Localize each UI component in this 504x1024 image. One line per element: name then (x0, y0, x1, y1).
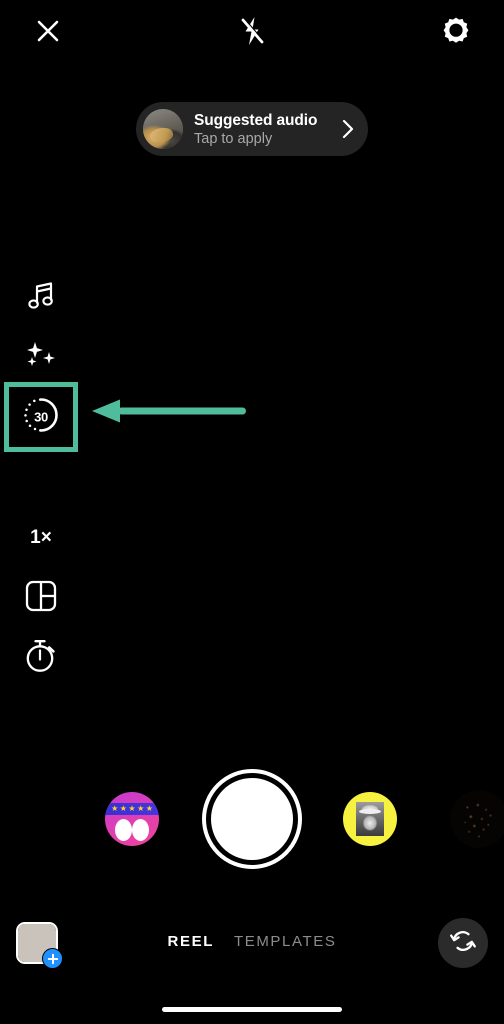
annotation-arrow (92, 398, 248, 424)
tool-rail-item-duration[interactable]: 30 (4, 382, 78, 452)
stopwatch-icon (24, 638, 58, 679)
effect-thumbnail-stars-eyes[interactable]: ★ ★ ★ ★ ★ (105, 792, 159, 846)
star-icon: ★ (128, 803, 136, 813)
music-note-icon (26, 280, 56, 317)
effect-eye-right (131, 819, 149, 841)
camera-flip-icon (449, 927, 477, 960)
chevron-right-icon[interactable] (340, 118, 356, 140)
flash-off-icon (237, 15, 267, 47)
suggested-audio-title: Suggested audio (194, 111, 318, 129)
suggested-audio-text: Suggested audio Tap to apply (194, 111, 340, 148)
star-icon: ★ (145, 803, 153, 813)
audio-cover-thumbnail (143, 109, 183, 149)
tool-rail-item-speed[interactable]: 1× (0, 508, 82, 568)
effect-eye-left (115, 819, 133, 841)
gear-icon (441, 16, 471, 46)
tool-rail-item-effects[interactable] (0, 328, 82, 388)
tool-rail-item-audio[interactable] (0, 268, 82, 328)
reels-camera-screen: Suggested audio Tap to apply 30 1× ★ ★ ★… (0, 0, 504, 1024)
effect-thumbnail-dark-speckle[interactable] (450, 790, 504, 848)
speed-value-label: 1× (30, 527, 52, 548)
tool-rail-item-layout[interactable] (0, 568, 82, 628)
camera-flip-button[interactable] (438, 918, 488, 968)
effect-thumbnail-yellow-photo[interactable] (343, 792, 397, 846)
top-bar (0, 0, 504, 62)
sparkles-icon (24, 340, 58, 377)
layout-grid-icon (24, 579, 58, 618)
tool-rail-item-timer[interactable] (0, 628, 82, 688)
tab-reel[interactable]: REEL (168, 932, 214, 952)
star-icon: ★ (137, 803, 145, 813)
bottom-bar: REEL TEMPLATES (0, 910, 504, 986)
flash-toggle-button[interactable] (230, 9, 274, 53)
duration-dial-icon (21, 395, 61, 440)
close-x-icon (35, 18, 61, 44)
tool-rail: 30 1× (0, 268, 82, 688)
shutter-button-inner (211, 778, 293, 860)
suggested-audio-subtitle: Tap to apply (194, 130, 273, 147)
settings-button[interactable] (434, 9, 478, 53)
star-icon: ★ (119, 803, 127, 813)
tab-templates[interactable]: TEMPLATES (234, 932, 336, 952)
home-indicator-bar (162, 1007, 342, 1012)
close-button[interactable] (26, 9, 70, 53)
suggested-audio-pill[interactable]: Suggested audio Tap to apply (136, 102, 368, 156)
effect-photo (356, 802, 384, 836)
effect-hat (359, 808, 381, 814)
star-icon: ★ (111, 803, 119, 813)
mode-tabs: REEL TEMPLATES (0, 932, 504, 952)
effect-star-band: ★ ★ ★ ★ ★ (105, 802, 159, 815)
shutter-button[interactable] (202, 769, 302, 869)
effect-speckles (450, 790, 504, 848)
left-pointing-arrow (92, 399, 248, 428)
